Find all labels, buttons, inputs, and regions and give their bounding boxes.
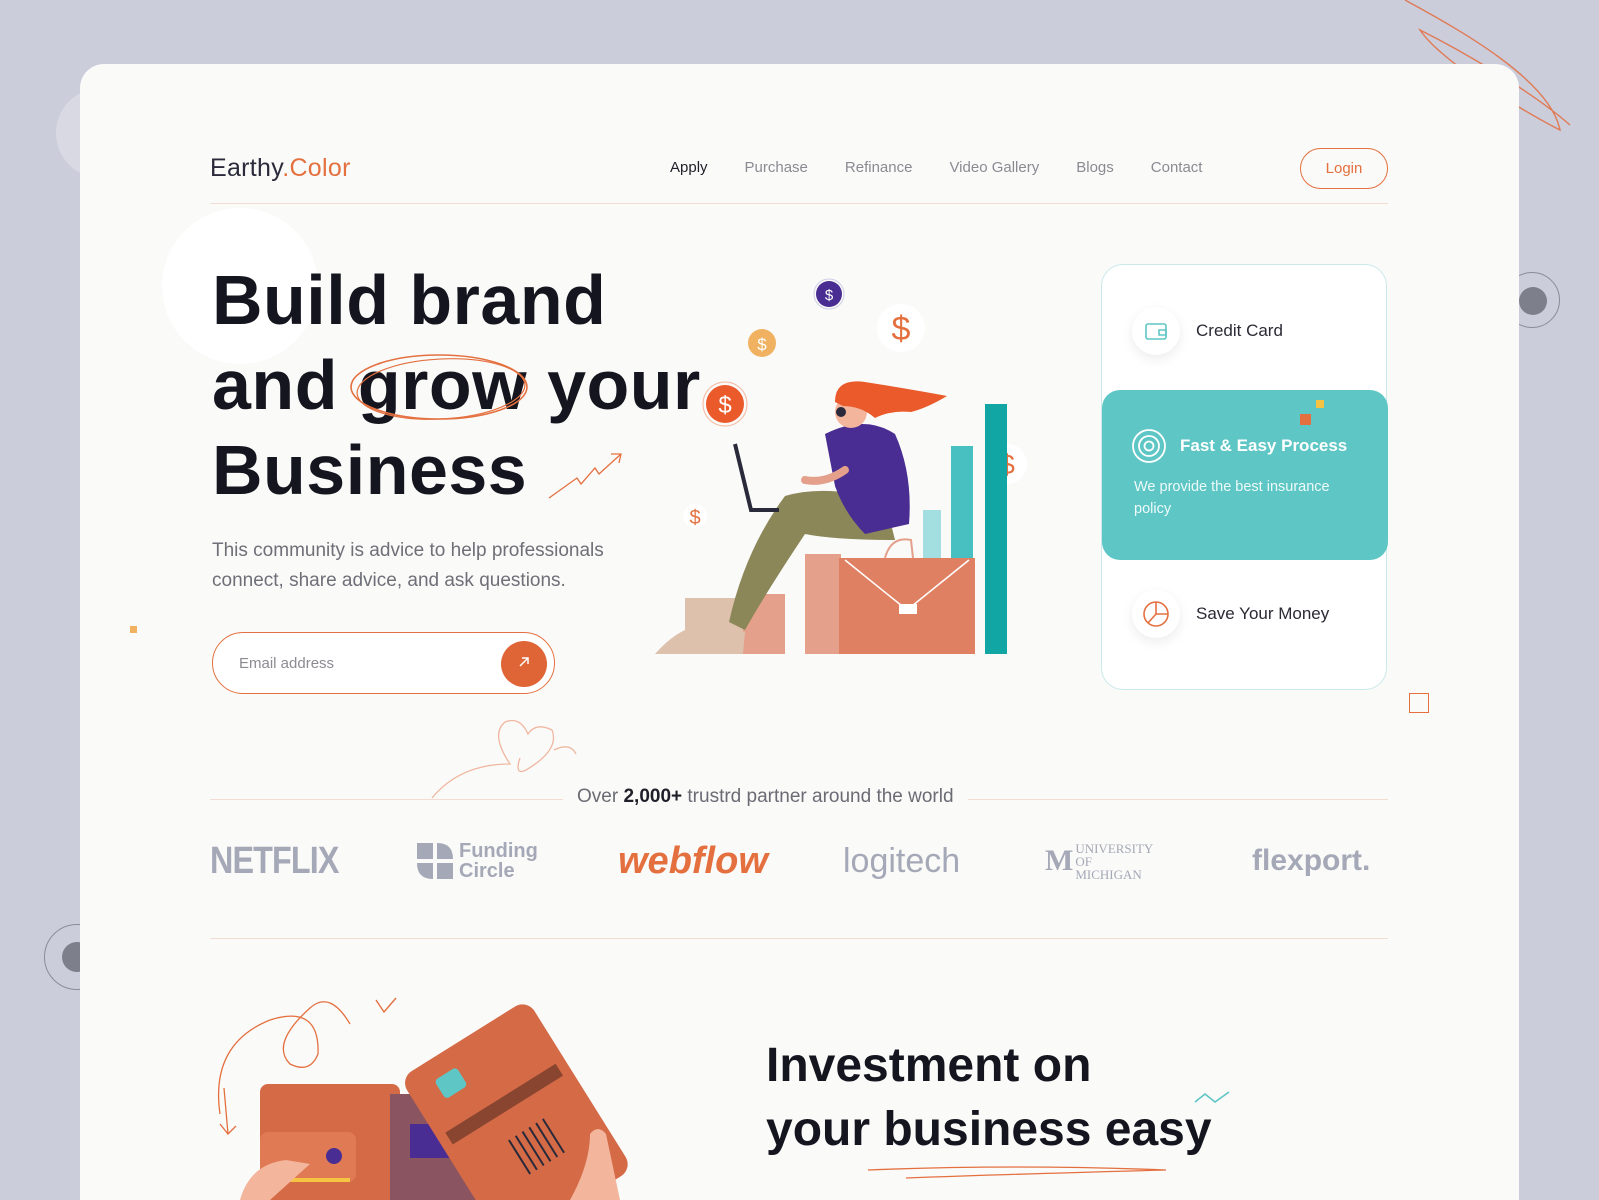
scribble-circle-icon [350,354,528,420]
nav-link-apply[interactable]: Apply [670,159,708,176]
section-divider [210,938,1388,939]
funding-circle-icon [417,843,453,879]
partner-logo-funding-circle[interactable]: Funding Circle [415,836,543,886]
nav-link-blogs[interactable]: Blogs [1076,159,1114,176]
svg-text:$: $ [689,507,700,529]
nav-link-refinance[interactable]: Refinance [845,159,913,176]
hero-description: This community is advice to help profess… [212,540,604,591]
heart-scribble-icon [431,719,577,799]
hero-title-grow: grow [350,343,528,428]
feature-label: Save Your Money [1196,604,1330,623]
svg-text:$: $ [825,287,834,304]
investment-title-line1: Investment on [766,1039,1092,1092]
coin-icon-gold: $ [748,329,776,357]
partners-text: Over 2,000+ trustrd partner around the w… [563,786,968,808]
pie-chart-icon [1132,590,1180,638]
confetti-icon [1300,400,1324,425]
login-button[interactable]: Login [1300,148,1388,189]
brand-name: Earthy [210,154,283,182]
nav-link-purchase[interactable]: Purchase [745,159,808,176]
svg-text:$: $ [757,335,767,354]
background-dot-right [1519,287,1547,315]
hero-title-and: and [212,346,338,424]
arrow-up-right-icon [519,656,529,667]
features-card: Credit Card Fast & Easy Process We provi… [1101,264,1388,690]
investment-title-bold: business easy [883,1103,1212,1156]
underline-scribble-icon [867,1166,1167,1179]
hero-title-line3: Business [212,428,701,513]
feature-label: Fast & Easy Process [1180,436,1348,455]
coin-icon-small: $ [683,504,707,529]
partners-count: 2,000+ [623,786,683,807]
hero-title-line1: Build brand [212,261,607,339]
feature-credit-card[interactable]: Credit Card [1102,265,1386,390]
coin-icon-large: $ [877,304,925,352]
hero-title: Build brand and grow your Business [212,258,701,513]
trend-arrow-icon [548,453,623,499]
nav-link-contact[interactable]: Contact [1151,159,1203,176]
partners-prefix: Over [577,786,619,807]
top-navigation: Earthy.Color Apply Purchase Refinance Vi… [210,104,1388,204]
svg-text:$: $ [718,392,731,419]
email-signup-form [212,632,555,694]
hero-title-business: Business [212,431,528,509]
email-input[interactable] [239,649,479,677]
partner-logo-netflix[interactable]: NETFLIX [210,836,361,886]
nav-links: Apply Purchase Refinance Video Gallery B… [670,159,1202,176]
hero-illustration: $ $ $ $ $ $ [655,278,1027,654]
investment-title: Investment on your business easy [766,1034,1212,1162]
nav-link-video-gallery[interactable]: Video Gallery [949,159,1039,176]
partner-logo-michigan[interactable]: M UNIVERSITY OF MICHIGAN [1045,836,1161,886]
feature-description: We provide the best insurance policy [1134,479,1330,517]
wallet-icon [1132,307,1180,355]
coin-icon-red: $ [702,381,748,427]
brand-logo[interactable]: Earthy.Color [210,154,351,183]
partner-logo-logitech[interactable]: logitech [843,836,960,886]
zigzag-icon [1194,1091,1230,1104]
wallet-card-illustration [217,997,628,1200]
investment-title-line2: your business easy [766,1098,1212,1162]
deco-small-square [130,626,137,633]
coin-icon-purple: $ [813,278,845,310]
brand-suffix: .Color [282,154,351,182]
michigan-block-m-icon: M [1045,844,1074,877]
feature-fast-easy-process[interactable]: Fast & Easy Process We provide the best … [1102,390,1388,560]
partners-suffix: trustrd partner around the world [687,786,954,807]
investment-title-your: your [766,1103,871,1156]
target-icon [1132,429,1166,463]
deco-square-outline [1409,693,1429,713]
partner-logos: NETFLIX Funding Circle webflow logitech … [210,836,1388,886]
page-frame: Earthy.Color Apply Purchase Refinance Vi… [80,64,1519,1200]
feature-save-money[interactable]: Save Your Money [1102,560,1386,690]
submit-button[interactable] [501,641,547,687]
svg-text:$: $ [892,310,911,348]
feature-label: Credit Card [1196,321,1283,340]
partner-logo-webflow[interactable]: webflow [618,836,768,886]
hero-title-line2: and grow your [212,343,701,428]
partner-logo-flexport[interactable]: flexport. [1252,836,1370,886]
